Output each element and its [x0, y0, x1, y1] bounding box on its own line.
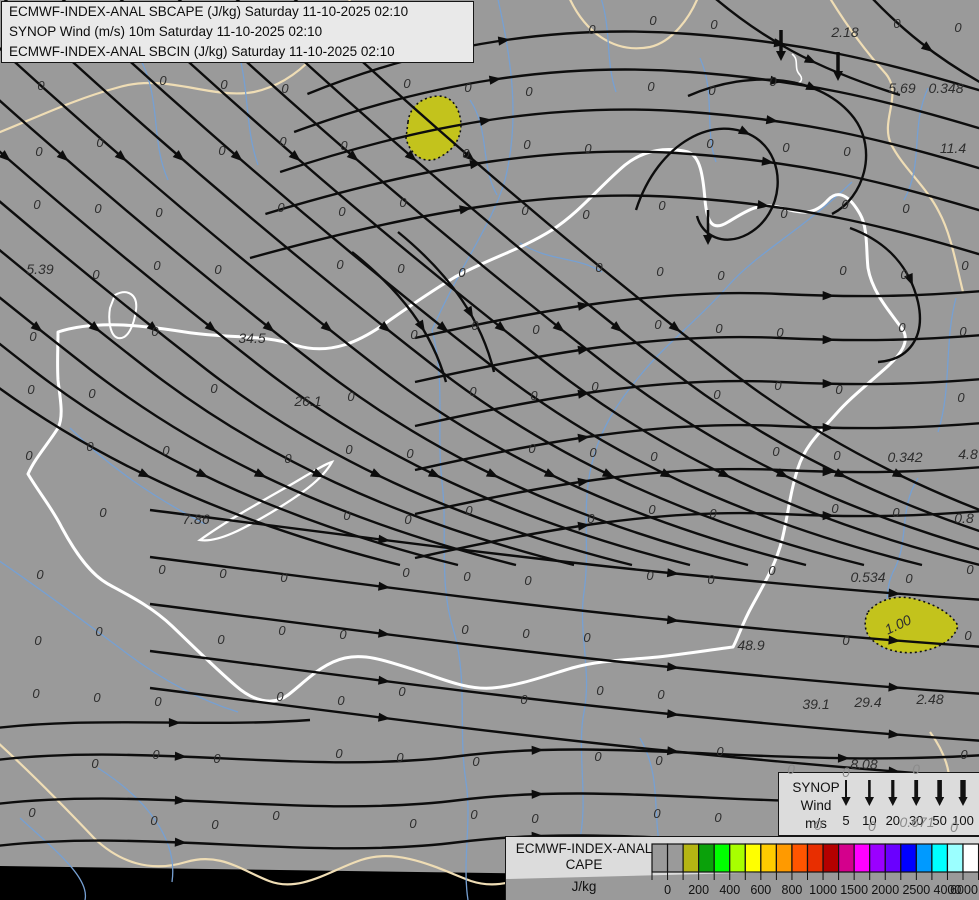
cape-color-swatch [775, 843, 793, 873]
cape-color-swatch [931, 843, 949, 873]
cape-legend-parameter: CAPE [566, 857, 603, 872]
cape-color-swatch [682, 843, 700, 873]
cape-legend-canvas: ECMWF-INDEX-ANALCAPE J/kg 0 200 400 600 800 100… [506, 837, 979, 900]
title-line-sbcin: ECMWF-INDEX-ANAL SBCIN (J/kg) Saturday 1… [9, 44, 395, 59]
cape-color-swatch [853, 843, 871, 873]
cape-color-swatch [713, 843, 731, 873]
wind-speed-label: 100 [952, 813, 974, 828]
cape-color-swatch [666, 843, 684, 873]
cape-colorbar-legend: ECMWF-INDEX-ANAL CAPE J/kg 0 200 400 600 800 100… [505, 836, 979, 900]
cape-scale-value: 200 [688, 883, 709, 897]
cape-scale-value: 2000 [871, 883, 899, 897]
wind-speed-label: 30 [909, 813, 923, 828]
title-line-synop-wind: SYNOP Wind (m/s) 10m Saturday 11-10-2025… [9, 24, 323, 39]
synop-wind-legend: SYNOP Wind m/s 5 10 20 30 50 100 [778, 772, 979, 836]
legend-wind-arrowhead-icon [935, 797, 945, 806]
cape-color-swatch [946, 843, 964, 873]
cape-scale-value: 1500 [840, 883, 868, 897]
cape-color-swatch [869, 843, 886, 873]
weather-analysis-map: ECMWF-INDEX-ANAL SBCAPE (J/kg) Saturday … [0, 0, 979, 900]
cape-color-swatch [838, 843, 855, 873]
cape-color-swatch [822, 843, 840, 873]
wind-speed-label: 50 [932, 813, 946, 828]
cape-scale-value: 2500 [902, 883, 930, 897]
map-canvas [0, 0, 979, 900]
title-line-sbcape: ECMWF-INDEX-ANAL SBCAPE (J/kg) Saturday … [9, 4, 409, 19]
synop-legend-units: m/s [805, 816, 827, 831]
cape-scale-value: 1000 [809, 883, 837, 897]
cape-scale-value: 0 [664, 883, 671, 897]
cape-scale-value: 6000 [950, 883, 978, 897]
cape-color-swatch [744, 843, 762, 873]
legend-wind-arrowhead-icon [841, 797, 851, 806]
legend-wind-arrowhead-icon [888, 797, 898, 806]
cape-color-swatch [698, 843, 715, 873]
cape-color-swatch [651, 843, 669, 873]
cape-legend-product: ECMWF-INDEX-ANAL [516, 841, 653, 856]
legend-wind-arrowhead-icon [958, 797, 968, 806]
cape-legend-units: J/kg [572, 879, 597, 894]
wind-speed-label: 5 [842, 813, 849, 828]
cape-color-swatch [806, 843, 824, 873]
legend-wind-arrowhead-icon [864, 797, 874, 806]
synop-legend-title: SYNOP [792, 780, 839, 795]
cape-color-swatch [791, 843, 809, 873]
map-title-box: ECMWF-INDEX-ANAL SBCAPE (J/kg) Saturday … [1, 1, 474, 63]
cape-color-swatch [760, 843, 778, 873]
legend-wind-arrowhead-icon [911, 797, 921, 806]
cape-scale-value: 400 [719, 883, 740, 897]
cape-color-swatch [915, 843, 933, 873]
wind-speed-label: 20 [886, 813, 900, 828]
cape-color-swatch [884, 843, 902, 873]
cape-color-swatch [729, 843, 746, 873]
cape-scale-value: 800 [782, 883, 803, 897]
map-background [0, 0, 979, 900]
cape-scale-value: 600 [750, 883, 771, 897]
synop-legend-canvas: SYNOP Wind m/s 5 10 20 30 50 100 [792, 780, 974, 831]
synop-legend-subtitle: Wind [801, 798, 832, 813]
wind-speed-label: 10 [862, 813, 876, 828]
cape-color-swatch [962, 843, 979, 873]
cape-color-swatch [900, 843, 917, 873]
